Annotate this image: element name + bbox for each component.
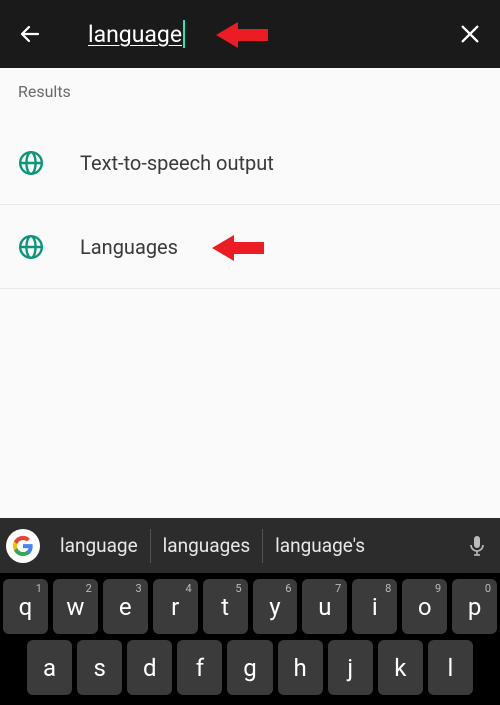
key-f[interactable]: f	[177, 640, 222, 695]
key-alt-number: 8	[385, 582, 391, 595]
voice-input-button[interactable]	[460, 529, 494, 563]
text-cursor	[183, 20, 185, 48]
key-alt-number: 0	[485, 582, 491, 595]
key-alt-number: 1	[36, 582, 42, 595]
key-alt-number: 9	[435, 582, 441, 595]
key-a[interactable]: a	[27, 640, 72, 695]
key-row-1: q1w2e3r4t5y6u7i8o9p0	[3, 579, 497, 634]
suggestion-2[interactable]: languages	[150, 529, 262, 563]
annotation-arrow-languages	[212, 233, 260, 261]
key-w[interactable]: w2	[53, 579, 98, 634]
key-alt-number: 4	[185, 582, 191, 595]
key-i[interactable]: i8	[352, 579, 397, 634]
globe-icon	[18, 234, 44, 260]
suggestion-bar: language languages language's	[0, 518, 500, 573]
close-icon	[459, 23, 481, 45]
key-q[interactable]: q1	[3, 579, 48, 634]
globe-icon	[18, 150, 44, 176]
key-e[interactable]: e3	[103, 579, 148, 634]
results-section: Results Text-to-speech output Languages	[0, 68, 500, 289]
key-row-2: asdfghjkl	[3, 640, 497, 695]
key-alt-number: 5	[235, 582, 241, 595]
search-input-value: language	[50, 21, 182, 48]
key-t[interactable]: t5	[203, 579, 248, 634]
google-logo-icon[interactable]	[6, 529, 40, 563]
result-item-languages[interactable]: Languages	[0, 205, 500, 289]
results-header: Results	[0, 82, 500, 121]
key-u[interactable]: u7	[302, 579, 347, 634]
key-y[interactable]: y6	[253, 579, 298, 634]
result-item-label: Languages	[80, 235, 178, 259]
key-alt-number: 6	[285, 582, 291, 595]
suggestion-3[interactable]: language's	[262, 529, 377, 563]
key-o[interactable]: o9	[402, 579, 447, 634]
key-d[interactable]: d	[127, 640, 172, 695]
key-h[interactable]: h	[278, 640, 323, 695]
key-l[interactable]: l	[428, 640, 473, 695]
key-p[interactable]: p0	[452, 579, 497, 634]
empty-area	[0, 289, 500, 459]
key-alt-number: 7	[335, 582, 341, 595]
search-input[interactable]: language	[50, 20, 185, 48]
back-button[interactable]	[10, 14, 50, 54]
on-screen-keyboard: language languages language's q1w2e3r4t5…	[0, 518, 500, 705]
key-alt-number: 3	[136, 582, 142, 595]
search-bar: language	[0, 0, 500, 68]
key-k[interactable]: k	[378, 640, 423, 695]
key-s[interactable]: s	[77, 640, 122, 695]
clear-search-button[interactable]	[450, 14, 490, 54]
annotation-arrow-search	[216, 20, 264, 48]
microphone-icon	[468, 535, 486, 557]
key-rows: q1w2e3r4t5y6u7i8o9p0 asdfghjkl	[0, 573, 500, 705]
key-g[interactable]: g	[227, 640, 272, 695]
key-r[interactable]: r4	[153, 579, 198, 634]
result-item-label: Text-to-speech output	[80, 151, 274, 175]
key-j[interactable]: j	[328, 640, 373, 695]
key-alt-number: 2	[86, 582, 92, 595]
suggestion-1[interactable]: language	[48, 529, 150, 563]
back-arrow-icon	[18, 22, 42, 46]
result-item-tts[interactable]: Text-to-speech output	[0, 121, 500, 205]
